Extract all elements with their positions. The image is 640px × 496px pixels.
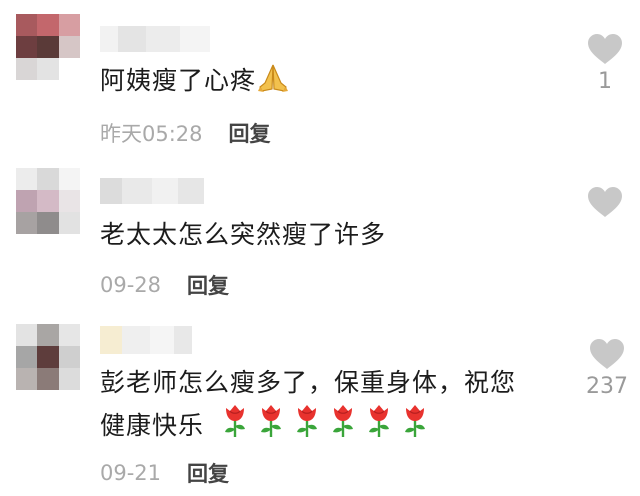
- rose-icon: [365, 402, 393, 449]
- avatar[interactable]: [16, 14, 80, 80]
- comment-meta: 09-21 回复: [100, 458, 229, 488]
- comment-text: 老太太怎么突然瘦了许多: [100, 216, 386, 254]
- rose-icon: [329, 402, 357, 449]
- comment-text: 阿姨瘦了心疼: [100, 62, 290, 104]
- like-count: 237: [586, 374, 628, 399]
- like-count: 1: [598, 69, 612, 94]
- comment-text-content: 阿姨瘦了心疼: [100, 66, 257, 95]
- avatar[interactable]: [16, 168, 80, 234]
- comment-item: 阿姨瘦了心疼 昨天05:28 回复 1: [0, 0, 640, 160]
- avatar[interactable]: [16, 324, 80, 390]
- heart-icon: [588, 34, 622, 64]
- reply-button[interactable]: 回复: [229, 118, 271, 148]
- comment-text-line-2: 健康快乐: [100, 402, 516, 449]
- rose-icon: [401, 402, 429, 449]
- comment-list: 阿姨瘦了心疼 昨天05:28 回复 1 老太太怎么突然瘦了许多 09-28 回复…: [0, 0, 640, 496]
- comment-date: 昨天05:28: [100, 122, 203, 146]
- comment-item: 老太太怎么突然瘦了许多 09-28 回复: [0, 160, 640, 310]
- heart-icon: [590, 339, 624, 369]
- username-blurred[interactable]: [100, 326, 192, 354]
- comment-date: 09-21: [100, 461, 162, 485]
- reply-button[interactable]: 回复: [187, 270, 229, 300]
- rose-icon: [221, 402, 249, 449]
- rose-icon: [293, 402, 321, 449]
- comment-item: 彭老师怎么瘦多了，保重身体，祝您 健康快乐 09-21 回复 237: [0, 310, 640, 496]
- reply-button[interactable]: 回复: [187, 458, 229, 488]
- comment-text-content: 老太太怎么突然瘦了许多: [100, 220, 387, 249]
- comment-text-line: 彭老师怎么瘦多了，保重身体，祝您: [100, 368, 517, 397]
- like-button[interactable]: 1: [580, 33, 630, 94]
- like-button[interactable]: [580, 186, 630, 222]
- rose-emoji-row: [213, 405, 429, 440]
- comment-text: 彭老师怎么瘦多了，保重身体，祝您 健康快乐: [100, 364, 516, 449]
- comment-meta: 09-28 回复: [100, 270, 229, 300]
- rose-icon: [257, 402, 285, 449]
- username-blurred[interactable]: [100, 26, 210, 52]
- comment-meta: 昨天05:28 回复: [100, 118, 271, 148]
- folded-hands-icon: [256, 63, 290, 104]
- like-button[interactable]: 237: [580, 338, 634, 399]
- heart-icon: [588, 187, 622, 217]
- comment-text-content: 健康快乐: [100, 411, 205, 440]
- comment-date: 09-28: [100, 273, 162, 297]
- username-blurred[interactable]: [100, 178, 204, 204]
